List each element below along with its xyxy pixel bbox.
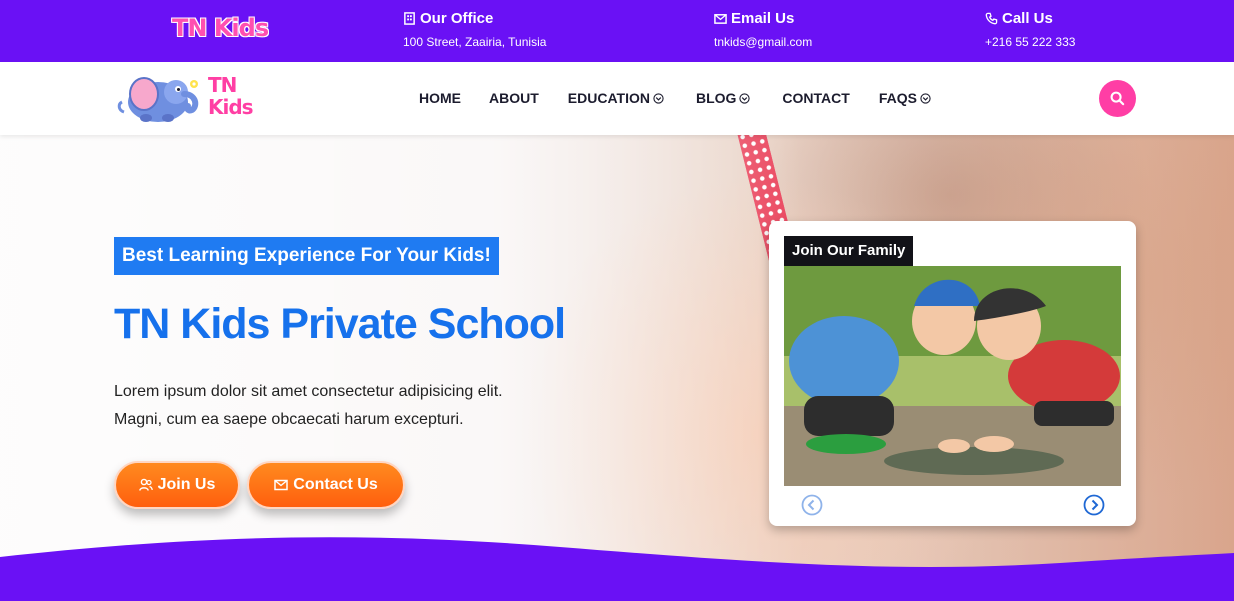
hero-kicker: Best Learning Experience For Your Kids! <box>114 237 499 275</box>
chevron-down-icon <box>653 92 664 104</box>
contact-us-label: Contact Us <box>293 476 378 493</box>
call-title: Call Us <box>1002 10 1053 27</box>
join-us-button[interactable]: Join Us <box>114 461 240 509</box>
main-nav: TN Kids HOME ABOUT EDUCATION BLOG CONTAC… <box>0 62 1234 135</box>
nav-item-home[interactable]: HOME <box>419 90 461 106</box>
nav-item-blog[interactable]: BLOG <box>695 90 751 106</box>
hero-lead: Lorem ipsum dolor sit amet consectetur a… <box>114 378 594 434</box>
nav-item-about[interactable]: ABOUT <box>489 90 539 106</box>
office-value: 100 Street, Zaairia, Tunisia <box>403 35 547 49</box>
call-info: Call Us +216 55 222 333 <box>985 10 1075 49</box>
users-icon <box>138 478 153 491</box>
hero-lead-line-2: Magni, cum ea saepe obcaecati harum exce… <box>114 411 464 428</box>
top-bar: TN Kids Our Office 100 Street, Zaairia, … <box>0 0 1234 62</box>
hero-wave-divider <box>0 537 1234 601</box>
top-brand-text[interactable]: TN Kids <box>172 14 269 42</box>
contact-us-button[interactable]: Contact Us <box>247 461 405 509</box>
chevron-down-icon <box>739 92 751 104</box>
search-icon <box>1110 91 1125 106</box>
search-button[interactable] <box>1099 80 1136 117</box>
mail-icon <box>714 14 727 24</box>
chevron-down-icon <box>920 92 931 104</box>
logo-text-line-2: Kids <box>208 95 254 119</box>
call-value[interactable]: +216 55 222 333 <box>985 35 1075 49</box>
nav-menu: HOME ABOUT EDUCATION BLOG CONTACT FAQS <box>419 90 931 106</box>
office-info: Our Office 100 Street, Zaairia, Tunisia <box>403 10 546 49</box>
nav-item-label: BLOG <box>695 90 737 106</box>
kids-playing-image <box>784 266 1121 486</box>
nav-item-label: CONTACT <box>782 90 850 106</box>
building-icon <box>404 12 415 25</box>
nav-item-education[interactable]: EDUCATION <box>568 90 664 106</box>
logo-text: TN Kids <box>208 73 254 119</box>
hero-lead-line-1: Lorem ipsum dolor sit amet consectetur a… <box>114 383 503 400</box>
nav-item-label: EDUCATION <box>567 90 650 106</box>
email-title: Email Us <box>731 10 795 27</box>
email-value[interactable]: tnkids@gmail.com <box>714 35 812 49</box>
card-tag: Join Our Family <box>784 236 914 266</box>
nav-item-label: HOME <box>419 90 461 106</box>
logo-text-line-1: TN <box>208 73 237 97</box>
join-family-card: Join Our Family <box>769 221 1136 526</box>
nav-item-label: ABOUT <box>489 90 539 106</box>
office-title: Our Office <box>420 10 494 27</box>
site-logo[interactable]: TN Kids <box>114 70 254 128</box>
phone-icon <box>985 12 998 25</box>
chevron-right-circle-icon[interactable] <box>1083 494 1105 516</box>
nav-item-faqs[interactable]: FAQS <box>879 90 931 106</box>
hero-title: TN Kids Private School <box>114 300 566 348</box>
email-info: Email Us tnkids@gmail.com <box>714 10 812 49</box>
join-us-label: Join Us <box>157 476 216 493</box>
hero-section: Best Learning Experience For Your Kids! … <box>0 135 1234 601</box>
nav-item-label: FAQS <box>878 90 917 106</box>
chevron-left-circle-icon[interactable] <box>801 494 823 516</box>
nav-item-contact[interactable]: CONTACT <box>782 90 849 106</box>
envelope-icon <box>274 479 289 491</box>
kids-photo <box>784 266 1121 486</box>
elephant-logo-icon <box>117 77 199 122</box>
